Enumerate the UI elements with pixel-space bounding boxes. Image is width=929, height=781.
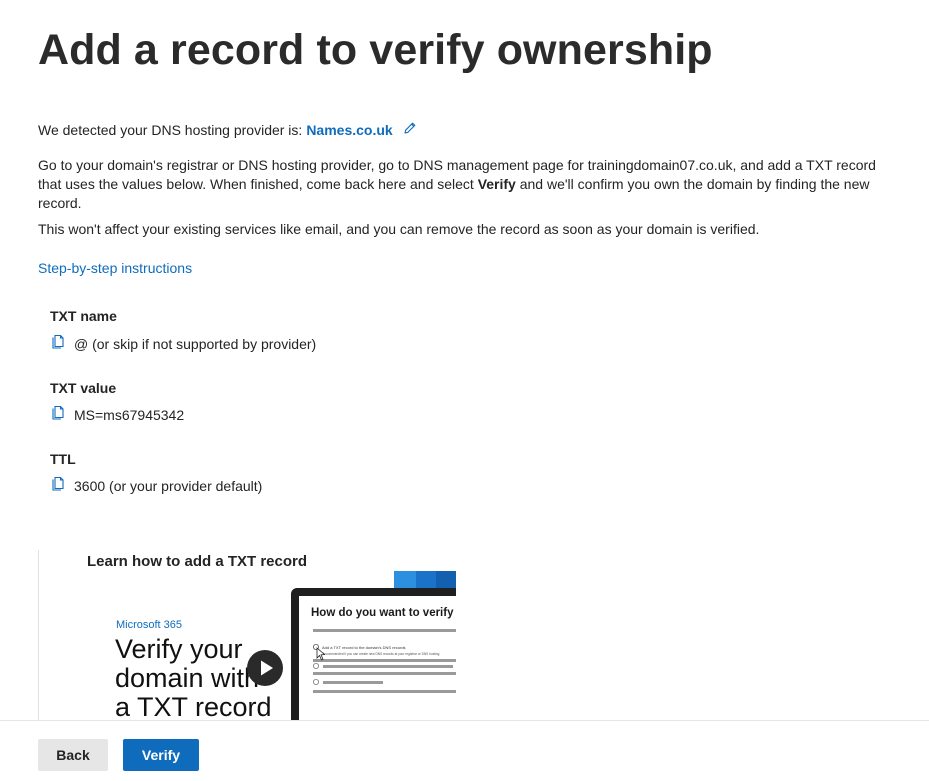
blue-block	[436, 571, 456, 588]
txt-value-value: MS=ms67945342	[74, 407, 185, 423]
video-card: Learn how to add a TXT record Microsoft …	[38, 550, 459, 720]
mock-option-1: Add a TXT record to the domain's DNS rec…	[322, 645, 406, 650]
instructions-paragraph: Go to your domain's registrar or DNS hos…	[38, 156, 888, 213]
step-by-step-link[interactable]: Step-by-step instructions	[38, 260, 192, 276]
video-thumbnail[interactable]: Microsoft 365 Verify your domain with a …	[87, 571, 456, 720]
blue-block	[394, 571, 416, 588]
copy-icon[interactable]	[50, 475, 66, 491]
provider-prefix: We detected your DNS hosting provider is…	[38, 122, 303, 138]
page-title: Add a record to verify ownership	[38, 26, 713, 74]
txt-name-value-row: @ (or skip if not supported by provider)	[50, 333, 317, 352]
video-title: Learn how to add a TXT record	[87, 553, 308, 570]
mock-screen-content: How do you want to verify Add a TXT reco…	[299, 596, 456, 720]
pencil-icon[interactable]	[403, 121, 417, 135]
copy-icon[interactable]	[50, 333, 66, 349]
decorative-blue-blocks	[394, 571, 456, 588]
mock-device-screen: How do you want to verify Add a TXT reco…	[291, 588, 456, 720]
content-area[interactable]: Add a record to verify ownership We dete…	[0, 0, 929, 720]
txt-name-value: @ (or skip if not supported by provider)	[74, 336, 317, 352]
ttl-label: TTL	[50, 451, 76, 467]
video-brand: Microsoft 365	[116, 619, 183, 631]
copy-icon[interactable]	[50, 404, 66, 420]
dns-provider-line: We detected your DNS hosting provider is…	[38, 122, 417, 138]
play-icon[interactable]	[247, 650, 283, 686]
mock-form-illustration: Add a TXT record to the domain's DNS rec…	[312, 629, 456, 693]
video-heading-line: a TXT record	[115, 692, 272, 721]
footer-bar: Back Verify	[0, 720, 929, 781]
ttl-value-row: 3600 (or your provider default)	[50, 475, 263, 494]
txt-value-label: TXT value	[50, 380, 117, 396]
ttl-value: 3600 (or your provider default)	[74, 478, 263, 494]
info-paragraph: This won't affect your existing services…	[38, 221, 760, 237]
txt-value-row: MS=ms67945342	[50, 404, 185, 423]
provider-link[interactable]: Names.co.uk	[306, 122, 392, 138]
verify-ownership-page: Add a record to verify ownership We dete…	[0, 0, 929, 781]
verify-button[interactable]: Verify	[123, 739, 199, 771]
txt-name-label: TXT name	[50, 308, 117, 324]
blue-block	[416, 571, 436, 588]
instructions-verify-word: Verify	[477, 176, 516, 192]
back-button[interactable]: Back	[38, 739, 108, 771]
mock-option-1-sub: Recommended if you can create new DNS re…	[322, 652, 440, 656]
